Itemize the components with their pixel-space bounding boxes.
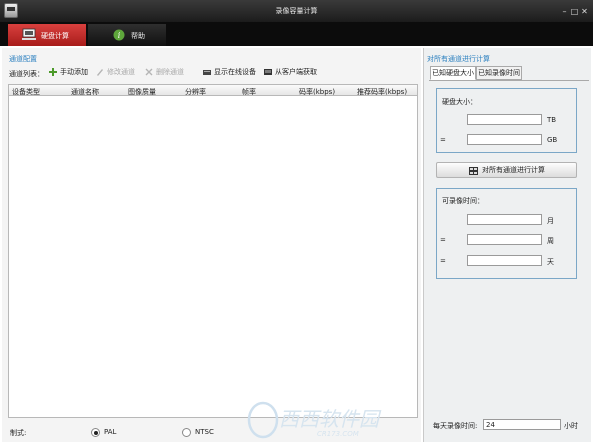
hours-unit-label: 小时: [564, 422, 578, 430]
plus-icon: [49, 68, 57, 76]
day-unit-label: 天: [547, 258, 554, 266]
device-icon: [203, 68, 211, 76]
edit-channel-button[interactable]: 修改通道: [94, 66, 138, 78]
delete-channel-label: 删除通道: [156, 68, 184, 76]
record-time-title: 可录像时间：: [442, 197, 484, 205]
channel-table-body[interactable]: [8, 96, 418, 418]
record-time-month-input[interactable]: [467, 214, 542, 225]
gb-unit-label: GB: [547, 136, 558, 144]
manual-add-label: 手动添加: [60, 68, 88, 76]
tab-disk-calc-label: 硬盘计算: [41, 32, 69, 40]
tab-disk-calc[interactable]: 硬盘计算: [8, 24, 86, 46]
daily-hours-label: 每天录像时间:: [433, 422, 478, 430]
title-bar: 录像容量计算: [0, 0, 593, 22]
svg-text:西西软件园: 西西软件园: [279, 407, 382, 431]
calculate-all-channels-button[interactable]: 对所有通道进行计算: [436, 162, 577, 178]
ntsc-radio-label: NTSC: [195, 428, 214, 436]
watermark: 西西软件园 CR173.COM: [245, 398, 420, 442]
pal-radio-label: PAL: [104, 428, 117, 436]
equals-label: =: [440, 136, 446, 144]
month-unit-label: 月: [547, 217, 554, 225]
minimize-icon[interactable]: –: [560, 7, 569, 16]
tab-divider: [429, 80, 589, 81]
format-label: 制式:: [10, 429, 27, 437]
show-online-devices-button[interactable]: 显示在线设备: [201, 66, 259, 78]
info-icon: i: [113, 29, 125, 41]
calculate-button-label: 对所有通道进行计算: [482, 166, 545, 174]
equals-label: =: [440, 257, 446, 265]
tab-help-label: 帮助: [131, 32, 145, 40]
ntsc-radio[interactable]: [182, 428, 191, 437]
channel-config-title: 通道配置: [9, 55, 37, 63]
close-icon[interactable]: ✕: [580, 7, 589, 16]
delete-icon: [145, 68, 153, 76]
tb-unit-label: TB: [547, 116, 557, 124]
week-unit-label: 周: [547, 237, 554, 245]
calculator-icon: [469, 166, 478, 175]
svg-text:i: i: [118, 31, 121, 40]
tab-help[interactable]: i 帮助: [88, 24, 166, 46]
disk-size-title: 硬盘大小：: [442, 98, 477, 106]
disk-size-gb-input[interactable]: [467, 134, 542, 145]
delete-channel-button[interactable]: 删除通道: [143, 66, 187, 78]
daily-hours-input[interactable]: 24: [483, 419, 561, 430]
manual-add-button[interactable]: 手动添加: [47, 66, 91, 78]
edit-channel-label: 修改通道: [107, 68, 135, 76]
tab-known-record-time[interactable]: 已知录像时间: [476, 66, 522, 80]
pencil-icon: [96, 68, 104, 76]
record-time-week-input[interactable]: [467, 234, 542, 245]
maximize-icon[interactable]: □: [570, 7, 579, 16]
window-title: 录像容量计算: [275, 7, 318, 15]
channel-table-header: 设备类型 通道名称 图像质量 分辨率 帧率 码率(kbps) 推荐码率(kbps…: [8, 84, 418, 96]
disk-size-tb-input[interactable]: [467, 114, 542, 125]
get-from-client-label: 从客户端获取: [275, 68, 317, 76]
record-time-day-input[interactable]: [467, 255, 542, 266]
channel-list-label: 通道列表：: [9, 70, 44, 78]
calc-all-title: 对所有通道进行计算: [427, 55, 490, 63]
svg-text:CR173.COM: CR173.COM: [317, 430, 359, 438]
show-online-devices-label: 显示在线设备: [214, 68, 256, 76]
client-icon: [264, 68, 272, 76]
tab-known-disk-size[interactable]: 已知硬盘大小: [430, 66, 476, 80]
equals-label: =: [440, 236, 446, 244]
pal-radio[interactable]: [91, 428, 100, 437]
app-icon: [4, 3, 18, 18]
hard-disk-icon: [22, 28, 36, 41]
get-from-client-button[interactable]: 从客户端获取: [262, 66, 320, 78]
